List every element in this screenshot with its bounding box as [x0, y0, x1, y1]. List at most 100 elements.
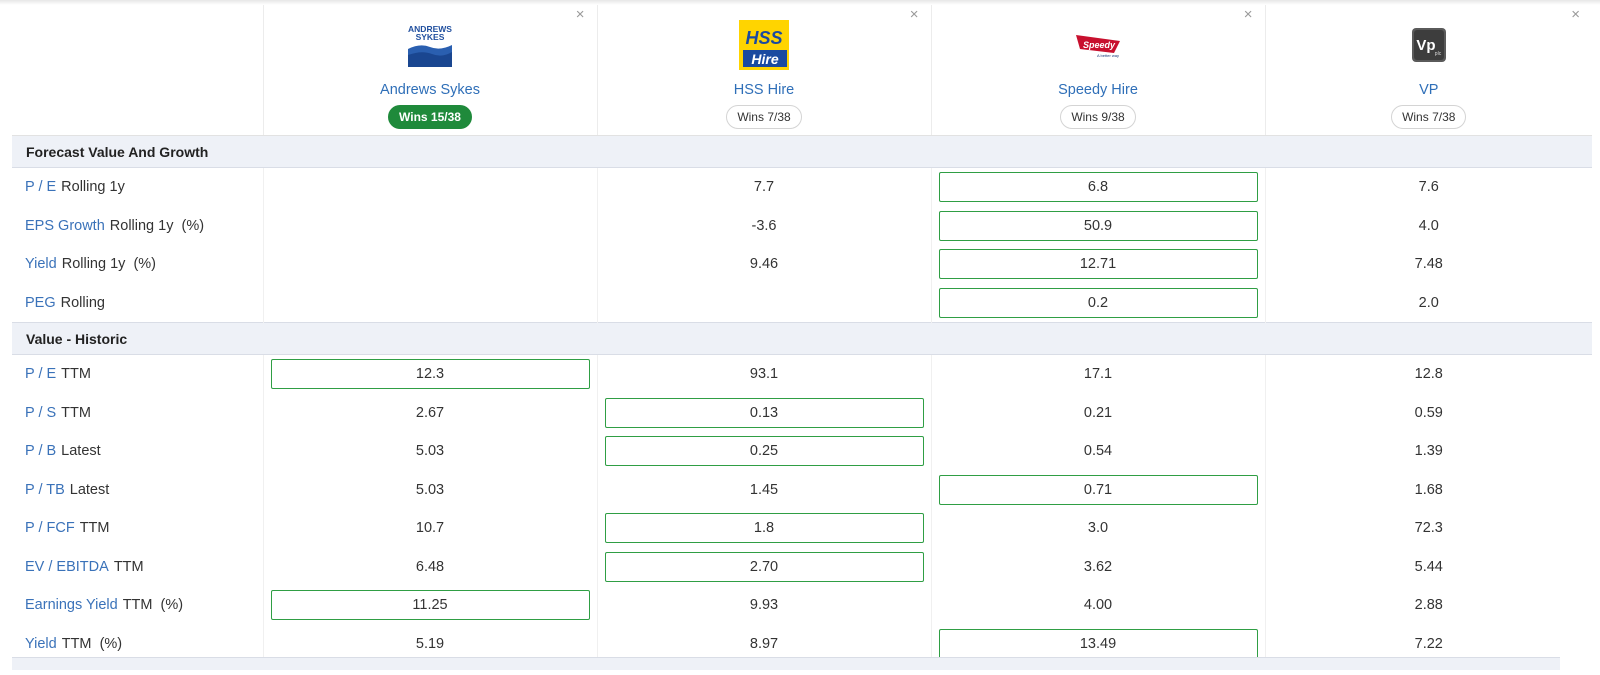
company-column-speedy-hire: × Speedy A better way Speedy Hire Wins 9… — [930, 5, 1265, 136]
header-blank-cell — [12, 5, 263, 136]
company-column-hss-hire: × HSS Hire HSS Hire Wins 7/38 — [596, 5, 931, 136]
value-cell: 0.13 — [596, 393, 931, 432]
metric-value: 5.03 — [415, 481, 445, 498]
company-name[interactable]: HSS Hire — [598, 82, 931, 98]
value-cell: -3.6 — [596, 206, 931, 245]
wins-badge[interactable]: Wins 15/38 — [388, 105, 472, 129]
metric-label-cell: P / TB Latest — [12, 471, 263, 510]
metric-value — [605, 288, 924, 318]
value-cell — [262, 283, 597, 323]
value-cell: 9.46 — [596, 245, 931, 284]
metric-name-link[interactable]: P / TB — [25, 482, 65, 498]
metric-row: PEG Rolling 0.2 2.0 — [12, 283, 1592, 323]
value-cell: 50.9 — [930, 206, 1265, 245]
metric-label-cell: Earnings Yield TTM (%) — [12, 586, 263, 625]
close-icon[interactable]: × — [910, 6, 919, 23]
metric-value: 7.7 — [753, 179, 775, 196]
metric-value: 7.22 — [1414, 635, 1443, 652]
metric-row: Earnings Yield TTM (%) 11.25 9.93 4.00 2.88 — [12, 586, 1592, 625]
value-cell: 12.71 — [930, 245, 1265, 284]
metric-name-link[interactable]: P / E — [25, 366, 56, 382]
metric-value: 8.97 — [749, 635, 779, 652]
value-cell: 0.25 — [596, 432, 931, 471]
wins-badge[interactable]: Wins 7/38 — [1391, 105, 1467, 129]
metric-value: 1.45 — [749, 481, 779, 498]
value-cell: 5.03 — [262, 470, 597, 509]
value-cell: 93.1 — [596, 354, 931, 394]
value-cell: 1.8 — [596, 509, 931, 548]
svg-text:Vp: Vp — [1416, 37, 1435, 54]
company-name[interactable]: VP — [1266, 82, 1593, 98]
close-icon[interactable]: × — [576, 6, 585, 23]
value-cell: 5.03 — [262, 432, 597, 471]
metric-label-cell: Yield Rolling 1y (%) — [12, 245, 263, 284]
value-cell: 2.70 — [596, 547, 931, 586]
close-icon[interactable]: × — [1244, 6, 1253, 23]
best-value: 13.49 — [938, 628, 1258, 659]
company-name[interactable]: Andrews Sykes — [264, 82, 597, 98]
value-cell: 2.67 — [262, 393, 597, 432]
value-cell: 17.1 — [930, 354, 1265, 394]
speedy-hire-logo: Speedy A better way — [932, 19, 1265, 71]
wins-badge[interactable]: Wins 9/38 — [1060, 105, 1136, 129]
best-value: 0.25 — [604, 436, 924, 467]
metric-value: 0.21 — [1083, 404, 1113, 421]
metric-value: 12.8 — [1414, 366, 1443, 383]
value-cell: 12.8 — [1264, 354, 1592, 394]
svg-text:Hire: Hire — [751, 51, 778, 67]
metric-label-cell: PEG Rolling — [12, 284, 263, 323]
value-cell: 7.48 — [1264, 245, 1592, 284]
andrews-sykes-logo: ANDREWS SYKES — [264, 19, 597, 71]
metric-row: P / TB Latest 5.03 1.45 0.71 1.68 — [12, 470, 1592, 510]
metric-row: P / E TTM 12.3 93.1 17.1 12.8 — [12, 354, 1592, 394]
metric-qualifier: TTM — [61, 366, 91, 383]
svg-text:A better way: A better way — [1097, 53, 1119, 58]
value-cell — [262, 167, 597, 207]
value-cell: 6.8 — [930, 167, 1265, 207]
close-icon[interactable]: × — [1571, 6, 1580, 23]
value-cell: 1.45 — [596, 470, 931, 509]
company-name[interactable]: Speedy Hire — [932, 82, 1265, 98]
metric-value — [271, 288, 590, 318]
metric-qualifier: TTM (%) — [122, 597, 184, 614]
value-cell: 7.6 — [1264, 167, 1592, 207]
metric-name-link[interactable]: P / FCF — [25, 520, 75, 536]
value-cell: 0.71 — [930, 470, 1265, 509]
wins-badge[interactable]: Wins 7/38 — [726, 105, 802, 129]
metric-value: 3.62 — [1083, 558, 1113, 575]
metric-name-link[interactable]: P / B — [25, 443, 56, 459]
metric-qualifier: TTM (%) — [61, 635, 123, 652]
metric-name-link[interactable]: EPS Growth — [25, 218, 105, 234]
metric-label-cell: P / B Latest — [12, 432, 263, 471]
metric-name-link[interactable]: Yield — [25, 256, 57, 272]
section-header-row: Forecast Value And Growth — [12, 135, 1592, 168]
section-header-row: Value - Historic — [12, 322, 1592, 355]
section-title: Forecast Value And Growth — [12, 135, 1592, 168]
metric-qualifier: Rolling 1y (%) — [61, 256, 156, 273]
metric-name-link[interactable]: Yield — [25, 636, 57, 652]
metric-name-link[interactable]: Earnings Yield — [25, 597, 118, 613]
value-cell: 5.44 — [1264, 547, 1592, 586]
metric-value: 7.48 — [1414, 256, 1443, 273]
metric-value: 9.93 — [749, 597, 779, 614]
metric-name-link[interactable]: P / S — [25, 405, 56, 421]
hss-hire-logo: HSS Hire — [598, 19, 931, 71]
value-cell: 0.54 — [930, 432, 1265, 471]
metric-value: 10.7 — [415, 520, 445, 537]
value-cell: 4.00 — [930, 586, 1265, 625]
metric-value: 17.1 — [1083, 366, 1113, 383]
metric-qualifier: Rolling — [60, 294, 105, 311]
metric-name-link[interactable]: EV / EBITDA — [25, 559, 109, 575]
value-cell: 0.2 — [930, 283, 1265, 323]
vp-logo: Vp plc — [1266, 19, 1593, 71]
company-column-vp: × Vp plc VP Wins 7/38 — [1264, 5, 1593, 136]
metric-value: 2.67 — [415, 404, 445, 421]
metric-value: 5.19 — [415, 635, 445, 652]
metric-name-link[interactable]: PEG — [25, 295, 56, 311]
value-cell: 12.3 — [262, 354, 597, 394]
metric-name-link[interactable]: P / E — [25, 179, 56, 195]
best-value: 50.9 — [938, 210, 1258, 241]
metric-label-cell: P / E Rolling 1y — [12, 168, 263, 207]
value-cell: 6.48 — [262, 547, 597, 586]
metric-qualifier: Latest — [69, 481, 110, 498]
